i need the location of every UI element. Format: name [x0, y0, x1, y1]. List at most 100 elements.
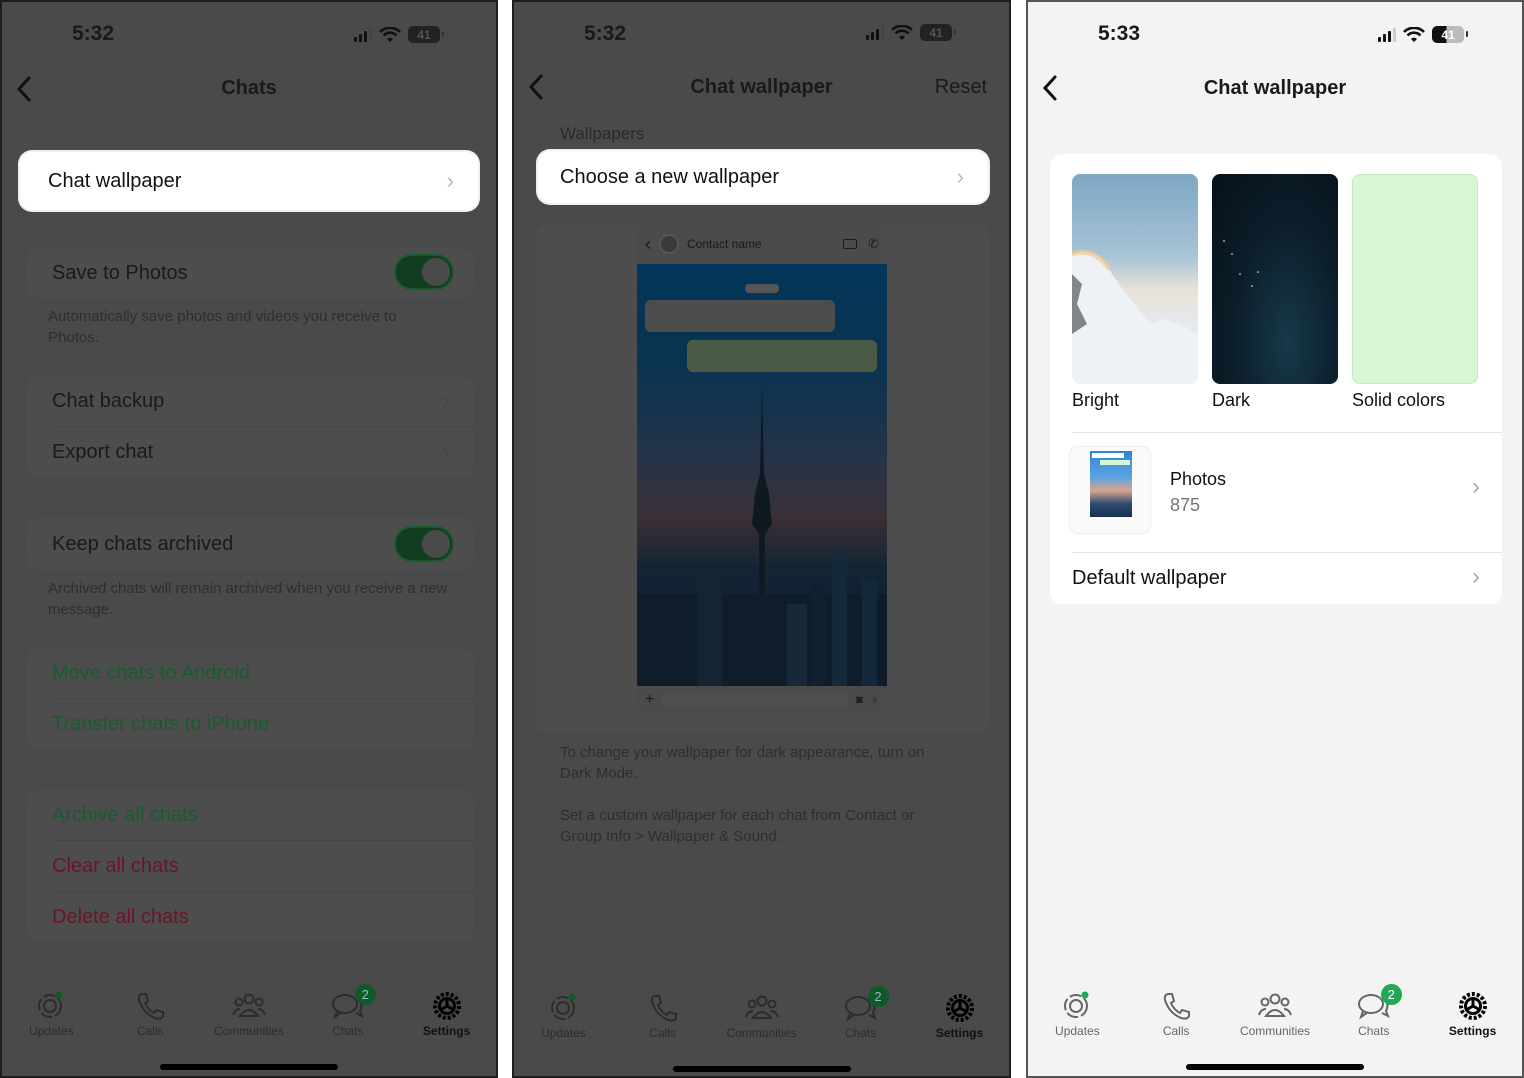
tab-label: Communities — [213, 1024, 284, 1038]
delete-all-chats-item[interactable]: Delete all chats — [26, 892, 474, 942]
choose-new-wallpaper-label: Choose a new wallpaper — [560, 165, 780, 188]
keep-archived-label: Keep chats archived — [52, 532, 234, 555]
delete-all-chats-label: Delete all chats — [52, 905, 189, 928]
tab-label: Updates — [1055, 1024, 1100, 1038]
save-to-photos-label: Save to Photos — [52, 261, 188, 284]
tab-label: Updates — [29, 1024, 74, 1038]
home-indicator — [1186, 1064, 1364, 1070]
transfer-chats-iphone-item[interactable]: Transfer chats to iPhone — [26, 699, 474, 749]
mountain-image — [1072, 249, 1198, 384]
cellular-signal-icon — [354, 27, 372, 42]
wifi-icon — [379, 26, 401, 42]
tab-label: Calls — [649, 1026, 676, 1040]
tab-communities[interactable]: Communities — [717, 992, 807, 1040]
chevron-right-icon: › — [1472, 563, 1480, 590]
microphone-icon: ♁ — [870, 694, 879, 706]
home-indicator — [160, 1064, 338, 1070]
tab-calls[interactable]: Calls — [105, 990, 195, 1038]
backup-group: Chat backup › Export chat › — [26, 376, 474, 478]
communities-icon — [744, 995, 779, 1019]
chevron-right-icon: › — [442, 439, 450, 464]
chevron-left-icon: ‹ — [645, 233, 651, 254]
unread-badge: 2 — [1380, 984, 1402, 1005]
wallpaper-image — [637, 264, 887, 686]
reset-button[interactable]: Reset — [935, 76, 987, 99]
tab-label: Communities — [726, 1026, 797, 1040]
tab-updates[interactable]: Updates — [6, 990, 96, 1038]
default-wallpaper-item[interactable]: Default wallpaper › — [1050, 553, 1502, 603]
chevron-right-icon: › — [446, 168, 454, 193]
tab-calls[interactable]: Calls — [1131, 990, 1221, 1038]
phone-icon — [138, 993, 165, 1020]
bright-wallpaper-thumb[interactable] — [1072, 174, 1198, 384]
incoming-bubble — [645, 300, 835, 332]
tab-label: Settings — [1448, 1024, 1497, 1038]
battery-icon: 41 — [1432, 26, 1468, 43]
move-chats-android-item[interactable]: Move chats to Android — [26, 648, 474, 698]
keep-archived-toggle[interactable] — [394, 526, 454, 562]
tab-updates[interactable]: Updates — [519, 992, 609, 1040]
video-call-icon — [843, 239, 857, 249]
solid-colors-label: Solid colors — [1352, 390, 1446, 410]
plus-icon: + — [645, 691, 655, 708]
keep-archived-description: Archived chats will remain archived when… — [48, 580, 448, 618]
photos-label: Photos — [1170, 469, 1227, 489]
solid-colors-thumb[interactable] — [1352, 174, 1478, 384]
keep-archived-row: Keep chats archived — [26, 518, 474, 570]
export-chat-item[interactable]: Export chat › — [26, 427, 474, 477]
dark-mode-footnote: To change your wallpaper for dark appear… — [560, 744, 925, 782]
tab-label: Communities — [1239, 1024, 1310, 1038]
wallpaper-preview: ‹ Contact name ✆ + ◙ ♁ — [536, 224, 990, 734]
phone-icon: ✆ — [868, 236, 879, 251]
save-to-photos-description: Automatically save photos and videos you… — [48, 308, 397, 346]
chat-preview: ‹ Contact name ✆ + ◙ ♁ — [637, 224, 887, 714]
phone-icon — [650, 995, 677, 1022]
clear-all-chats-label: Clear all chats — [52, 854, 179, 877]
status-time: 5:33 — [1098, 22, 1141, 45]
tab-label: Chats — [844, 1026, 877, 1040]
phone-icon — [1164, 993, 1191, 1020]
tab-chats[interactable]: 2 Chats — [816, 986, 906, 1040]
camera-icon: ◙ — [856, 694, 863, 706]
photos-item[interactable]: Photos 875 › — [1050, 433, 1502, 551]
clear-all-chats-item[interactable]: Clear all chats — [26, 841, 474, 891]
cellular-signal-icon — [866, 25, 884, 40]
tab-calls[interactable]: Calls — [618, 992, 708, 1040]
unread-badge: 2 — [354, 984, 376, 1005]
save-to-photos-row: Save to Photos — [26, 248, 474, 298]
chat-wallpaper-label: Chat wallpaper — [48, 169, 182, 192]
updates-icon — [550, 993, 575, 1020]
photos-thumbnail — [1070, 447, 1150, 533]
chat-wallpaper-item[interactable]: Chat wallpaper › — [20, 152, 478, 210]
tab-label: Chats — [1358, 1024, 1390, 1038]
tab-chats[interactable]: 2 Chats — [1329, 984, 1419, 1038]
save-to-photos-toggle[interactable] — [394, 254, 454, 290]
photos-count: 875 — [1170, 495, 1201, 515]
chevron-right-icon: › — [956, 164, 964, 189]
screen-chats-settings: 5:32 41 Chats Chat wallpaper › Save to P… — [0, 0, 498, 1078]
tab-settings[interactable]: Settings — [402, 990, 492, 1038]
archive-all-chats-item[interactable]: Archive all chats — [26, 790, 474, 840]
tab-updates[interactable]: Updates — [1032, 990, 1122, 1038]
tab-chats[interactable]: 2 Chats — [303, 984, 393, 1038]
export-chat-label: Export chat — [52, 440, 154, 463]
chat-backup-item[interactable]: Chat backup › — [26, 376, 474, 426]
tab-communities[interactable]: Communities — [1230, 990, 1320, 1038]
chat-backup-label: Chat backup — [52, 389, 165, 412]
status-icons: 41 — [354, 26, 444, 43]
tab-label: Settings — [422, 1024, 471, 1038]
tab-communities[interactable]: Communities — [204, 990, 294, 1038]
choose-new-wallpaper-item[interactable]: Choose a new wallpaper › — [538, 151, 988, 203]
dark-wallpaper-thumb[interactable] — [1212, 174, 1338, 384]
updates-icon — [1064, 991, 1089, 1018]
chevron-right-icon: › — [442, 388, 450, 413]
tab-label: Updates — [541, 1026, 586, 1040]
communities-icon — [1258, 993, 1292, 1017]
outgoing-bubble — [687, 340, 877, 372]
preview-input-bar: + ◙ ♁ — [637, 686, 887, 714]
tab-settings[interactable]: Settings — [1428, 990, 1518, 1038]
tab-label: Chats — [332, 1024, 364, 1038]
transfer-group: Move chats to Android Transfer chats to … — [26, 648, 474, 750]
transfer-chats-iphone-label: Transfer chats to iPhone — [52, 712, 270, 735]
tab-settings[interactable]: Settings — [915, 992, 1005, 1040]
